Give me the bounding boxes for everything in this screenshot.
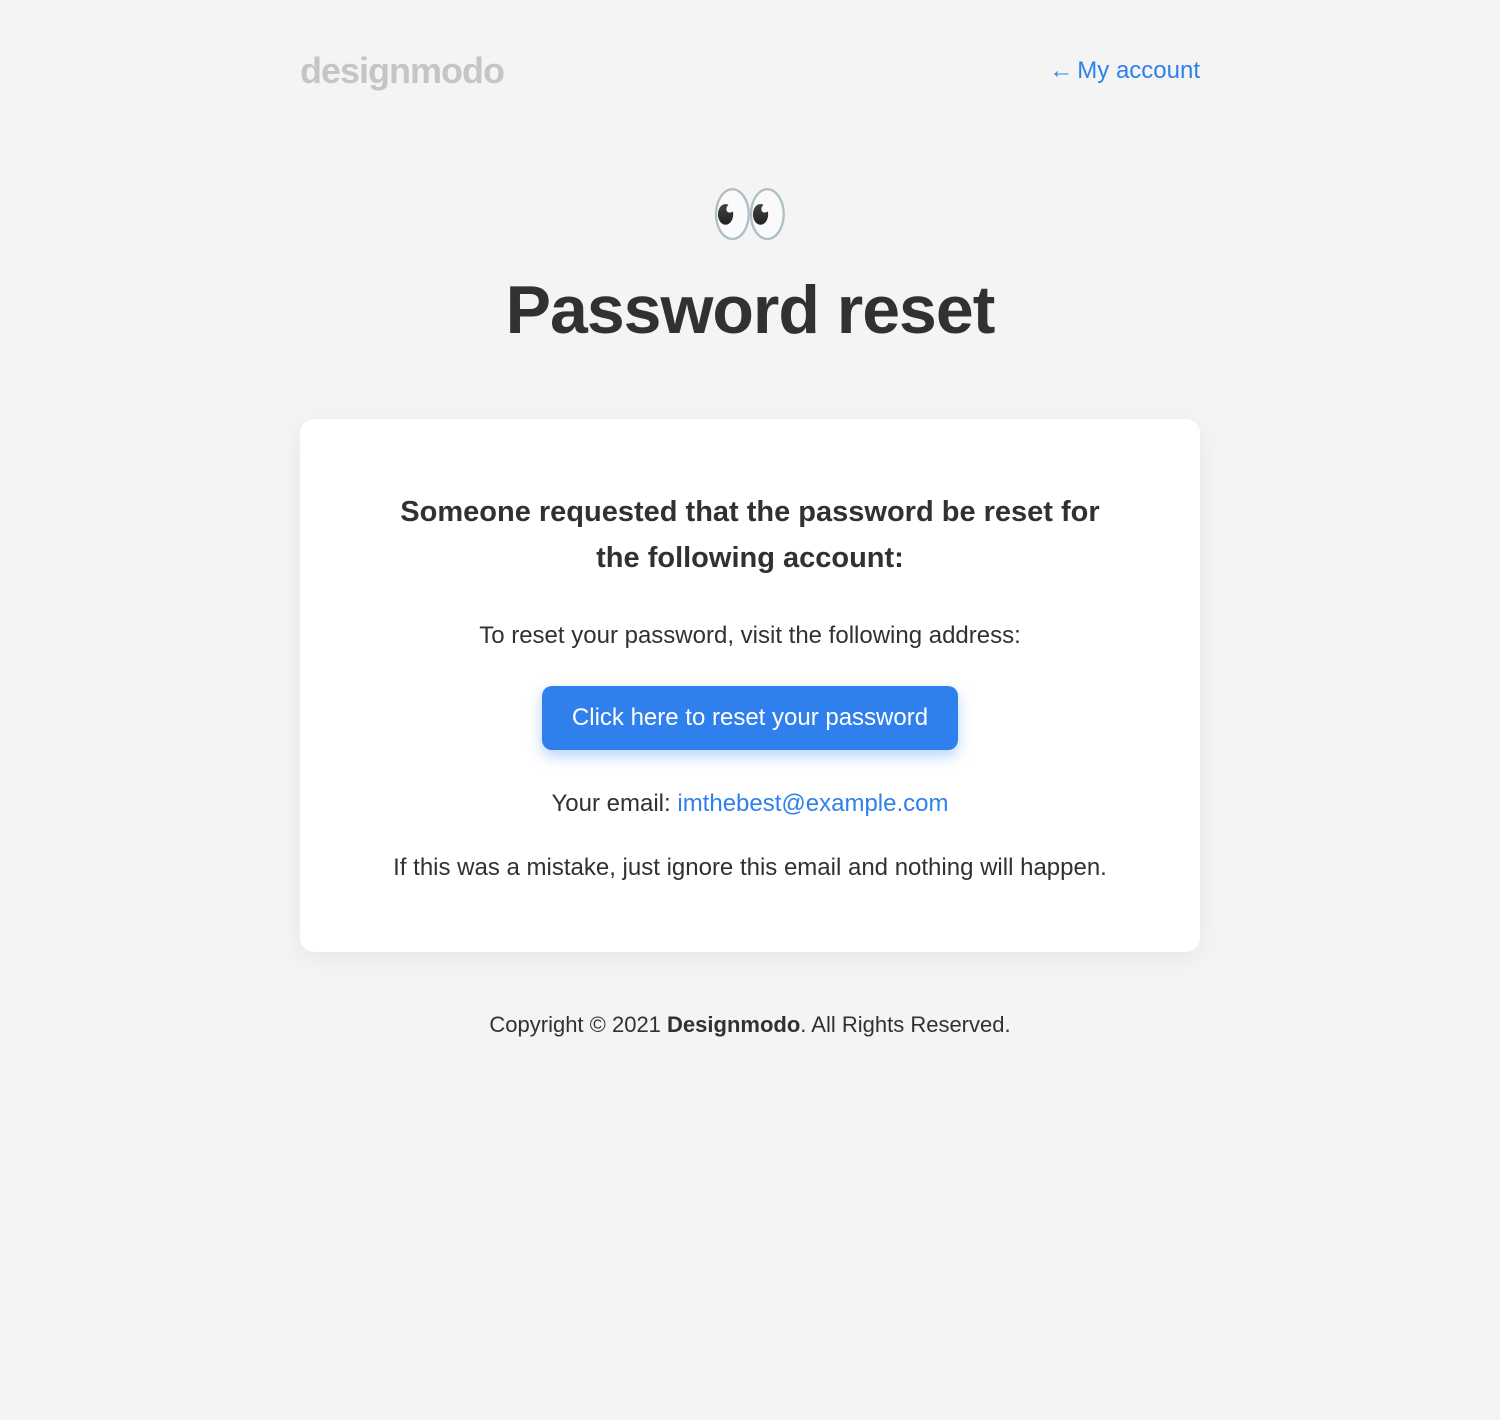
reset-password-button[interactable]: Click here to reset your password (542, 686, 958, 750)
page-title: Password reset (300, 271, 1200, 349)
account-link-label: My account (1077, 57, 1200, 84)
header: designmodo ←My account (300, 50, 1200, 92)
logo: designmodo (300, 50, 504, 92)
footer-brand: Designmodo (667, 1012, 800, 1037)
email-prefix: Your email: (552, 790, 678, 817)
disclaimer-text: If this was a mistake, just ignore this … (380, 854, 1120, 882)
lead-text: Someone requested that the password be r… (380, 489, 1120, 582)
my-account-link[interactable]: ←My account (1049, 57, 1200, 85)
arrow-left-icon: ← (1049, 57, 1073, 84)
email-link[interactable]: imthebest@example.com (677, 790, 948, 817)
copyright-suffix: . All Rights Reserved. (800, 1012, 1010, 1037)
email-line: Your email: imthebest@example.com (380, 790, 1120, 818)
footer: Copyright © 2021 Designmodo. All Rights … (300, 1012, 1200, 1038)
copyright-prefix: Copyright © 2021 (489, 1012, 667, 1037)
instruction-text: To reset your password, visit the follow… (380, 622, 1120, 650)
hero-section: 👀 Password reset (300, 182, 1200, 349)
content-card: Someone requested that the password be r… (300, 419, 1200, 952)
eyes-icon: 👀 (300, 182, 1200, 246)
